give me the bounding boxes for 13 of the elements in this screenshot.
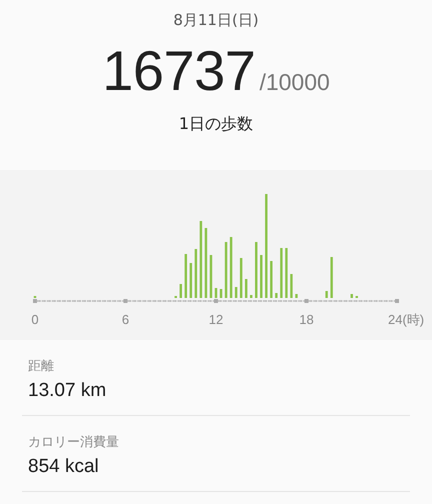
step-count: 16737 [102,41,256,101]
axis-tick-label: 12 [208,312,224,327]
axis-tick-label: 6 [122,312,130,327]
axis-tick-label: 0 [31,312,39,327]
step-caption: 1日の歩数 [178,114,254,135]
step-goal: /10000 [259,68,330,97]
axis-tick-label: 18 [299,312,314,327]
date-label: 8月11日(日) [173,10,259,31]
stat-value: 854 kcal [28,455,100,479]
stat-value: 13.07 km [28,379,108,403]
axis-tick-label: 24(時) [388,312,424,327]
stat-label: 距離 [28,358,55,376]
stat-label: カロリー消費量 [28,434,120,452]
